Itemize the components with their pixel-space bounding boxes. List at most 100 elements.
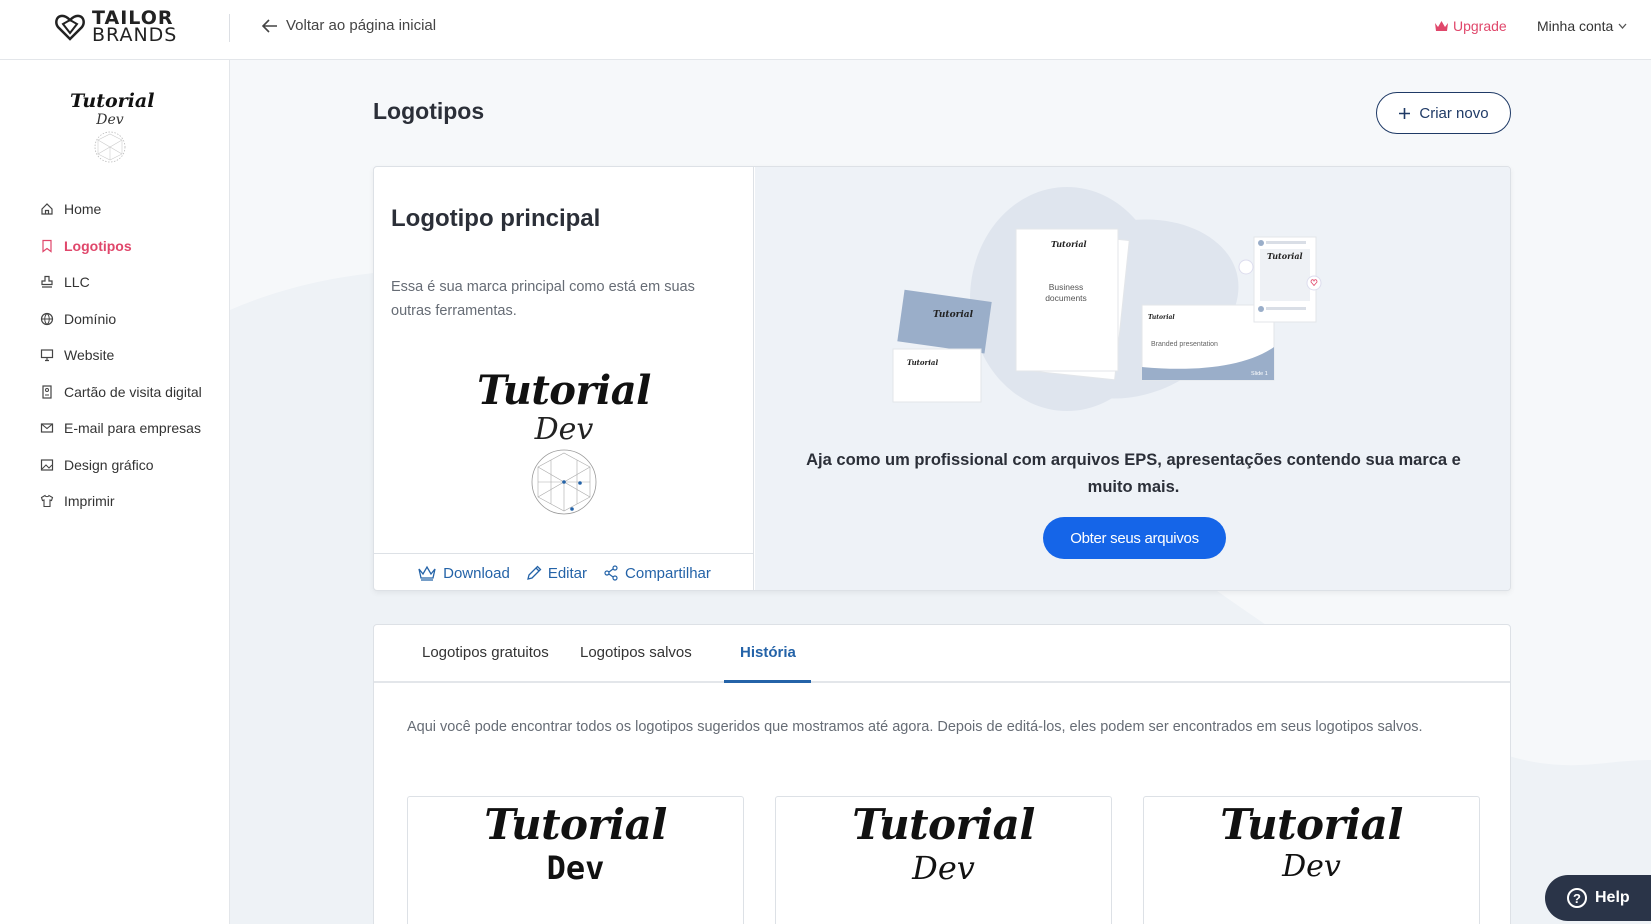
sidebar-item-label: Website — [64, 347, 115, 364]
sidebar-item-label: Domínio — [64, 310, 117, 327]
mail-icon — [40, 423, 54, 433]
share-label: Compartilhar — [625, 564, 711, 582]
primary-logo-line-2: Dev — [534, 412, 594, 447]
share-button[interactable]: Compartilhar — [603, 565, 711, 582]
sidebar-item-label: Home — [64, 201, 102, 218]
history-logo-card[interactable]: Tutorial Dev — [775, 796, 1112, 924]
branded-presentation-label: Branded presentation — [1151, 341, 1218, 348]
sidebar-item-label: LLC — [64, 274, 90, 291]
bookmark-icon — [42, 239, 52, 253]
promo-text: Aja como um profissional com arquivos EP… — [806, 451, 1461, 496]
create-new-label: Criar novo — [1419, 104, 1489, 122]
help-button[interactable]: ? Help — [1545, 875, 1651, 921]
primary-logo-title: Logotipo principal — [391, 205, 601, 232]
back-to-home-link[interactable]: Voltar ao página inicial — [262, 17, 436, 34]
logos-history-section: Logotipos gratuitos Logotipos salvos His… — [373, 624, 1511, 924]
promo-doc-logo: Tutorial — [1148, 314, 1175, 321]
globe-icon — [40, 312, 54, 325]
tab-free-logos[interactable]: Logotipos gratuitos — [422, 644, 549, 661]
promo-doc-logo: Tutorial — [1267, 251, 1303, 261]
history-description: Aqui você pode encontrar todos os logoti… — [407, 719, 1423, 735]
brand-files-illustration: Tutorial Tutorial Tutorial Business docu… — [892, 187, 1322, 411]
plus-icon — [1399, 107, 1411, 119]
history-logo-card[interactable]: Tutorial Dev — [407, 796, 744, 924]
sidebar-item-cartao-de-visita[interactable]: Cartão de visita digital — [40, 374, 202, 411]
crown-icon — [1435, 21, 1448, 31]
download-button[interactable]: Download — [417, 565, 510, 582]
sidebar-item-imprimir[interactable]: Imprimir — [40, 483, 202, 520]
heart-logo-icon — [55, 14, 85, 41]
sidebar-item-email[interactable]: E-mail para empresas — [40, 410, 202, 447]
stamp-icon — [41, 276, 53, 288]
files-promo-panel: Tutorial Tutorial Tutorial Business docu… — [755, 167, 1510, 590]
crown-icon — [418, 565, 436, 581]
upgrade-link[interactable]: Upgrade — [1434, 18, 1507, 34]
primary-logo-card: Logotipo principal Essa é sua marca prin… — [373, 166, 1511, 591]
divider — [229, 14, 230, 42]
tab-history[interactable]: História — [740, 644, 796, 661]
primary-logo-actions: Download Editar Compartilhar — [374, 553, 754, 590]
geodesic-sphere-icon — [94, 131, 126, 163]
account-menu[interactable]: Minha conta — [1537, 18, 1627, 34]
top-bar: TAILOR BRANDS Voltar ao página inicial U… — [0, 0, 1651, 60]
avatar-logo-line-1: Tutorial — [70, 90, 155, 112]
active-tab-indicator — [724, 680, 811, 683]
shirt-icon — [40, 494, 54, 508]
sidebar: Tutorial Dev Home Logotipos LLC Domínio … — [0, 60, 230, 924]
history-logo-line-2: Dev — [546, 849, 605, 887]
share-icon — [604, 565, 618, 581]
sidebar-item-llc[interactable]: LLC — [40, 264, 202, 301]
edit-label: Editar — [547, 564, 588, 582]
logos-tabs: Logotipos gratuitos Logotipos salvos His… — [374, 625, 1510, 683]
history-logo-line-1: Tutorial — [484, 800, 667, 849]
history-logo-line-2: Dev — [912, 849, 975, 887]
get-files-button[interactable]: Obter seus arquivos — [1043, 517, 1226, 559]
sidebar-item-label: Imprimir — [64, 493, 115, 510]
history-logo-card[interactable]: Tutorial Dev — [1143, 796, 1480, 924]
question-icon: ? — [1567, 888, 1587, 908]
sidebar-item-dominio[interactable]: Domínio — [40, 301, 202, 338]
sidebar-item-label: Logotipos — [64, 237, 132, 254]
brand-line-2: BRANDS — [92, 24, 178, 46]
business-documents-line-2: documents — [1045, 293, 1087, 303]
upgrade-label: Upgrade — [1453, 18, 1507, 34]
download-label: Download — [443, 564, 510, 582]
history-logo-line-2: Dev — [1282, 849, 1341, 884]
primary-logo-line-1: Tutorial — [477, 367, 651, 414]
primary-logo-panel: Logotipo principal Essa é sua marca prin… — [374, 167, 754, 590]
create-new-button[interactable]: Criar novo — [1376, 92, 1511, 134]
id-card-icon — [42, 385, 52, 399]
account-label: Minha conta — [1537, 18, 1614, 34]
history-logo-line-1: Tutorial — [1220, 800, 1403, 849]
brand-avatar-logo: Tutorial Dev — [70, 90, 155, 169]
chevron-down-icon — [1618, 23, 1627, 29]
business-documents-line-1: Business — [1049, 282, 1084, 292]
help-label: Help — [1595, 889, 1630, 906]
arrow-left-icon — [262, 18, 277, 33]
sidebar-item-label: E-mail para empresas — [64, 420, 201, 437]
tab-saved-logos[interactable]: Logotipos salvos — [580, 644, 692, 661]
promo-doc-logo: Tutorial — [1051, 239, 1087, 249]
promo-doc-logo: Tutorial — [933, 310, 974, 320]
back-link-label: Voltar ao página inicial — [286, 17, 437, 34]
geodesic-sphere-icon — [531, 449, 597, 515]
brand-wordmark: TAILOR BRANDS — [92, 9, 178, 46]
promo-doc-logo: Tutorial — [907, 358, 938, 367]
sidebar-item-label: Design gráfico — [64, 456, 154, 473]
sidebar-item-website[interactable]: Website — [40, 337, 202, 374]
image-icon — [40, 459, 54, 471]
page-title: Logotipos — [373, 98, 485, 124]
sidebar-item-label: Cartão de visita digital — [64, 383, 202, 400]
edit-button[interactable]: Editar — [526, 565, 587, 582]
monitor-icon — [40, 349, 54, 362]
primary-logo-preview: Tutorial Dev — [474, 367, 654, 522]
brand-logo[interactable]: TAILOR BRANDS — [54, 9, 178, 46]
sidebar-item-design-grafico[interactable]: Design gráfico — [40, 447, 202, 484]
primary-logo-description: Essa é sua marca principal como está em … — [391, 279, 695, 319]
pencil-icon — [526, 565, 542, 580]
avatar-logo-line-2: Dev — [96, 112, 124, 128]
history-logo-line-1: Tutorial — [852, 800, 1035, 849]
sidebar-item-home[interactable]: Home — [40, 191, 202, 228]
home-icon — [41, 203, 53, 215]
sidebar-item-logotipos[interactable]: Logotipos — [40, 228, 202, 265]
